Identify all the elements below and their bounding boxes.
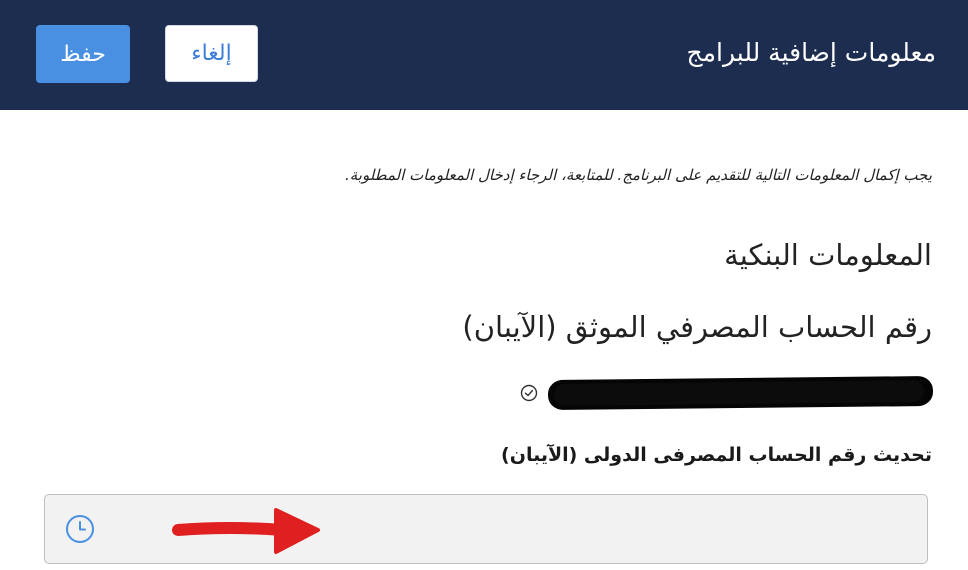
check-circle-icon (520, 384, 538, 402)
update-iban-label: تحديث رقم الحساب المصرفى الدولى (الآيبان… (501, 444, 932, 466)
clock-icon (66, 515, 94, 543)
redacted-iban-value (547, 375, 934, 411)
cancel-button[interactable]: إلغاء (165, 25, 258, 82)
top-bar: معلومات إضافية للبرامج حفظ إلغاء (0, 0, 968, 110)
save-button[interactable]: حفظ (36, 25, 130, 83)
red-arrow-annotation (172, 508, 320, 554)
verified-iban-heading: رقم الحساب المصرفي الموثق (الآيبان) (462, 310, 932, 344)
bank-info-heading: المعلومات البنكية (724, 238, 932, 272)
page-title: معلومات إضافية للبرامج (686, 38, 936, 67)
instructions-text: يجب إكمال المعلومات التالية للتقديم على … (344, 166, 932, 184)
